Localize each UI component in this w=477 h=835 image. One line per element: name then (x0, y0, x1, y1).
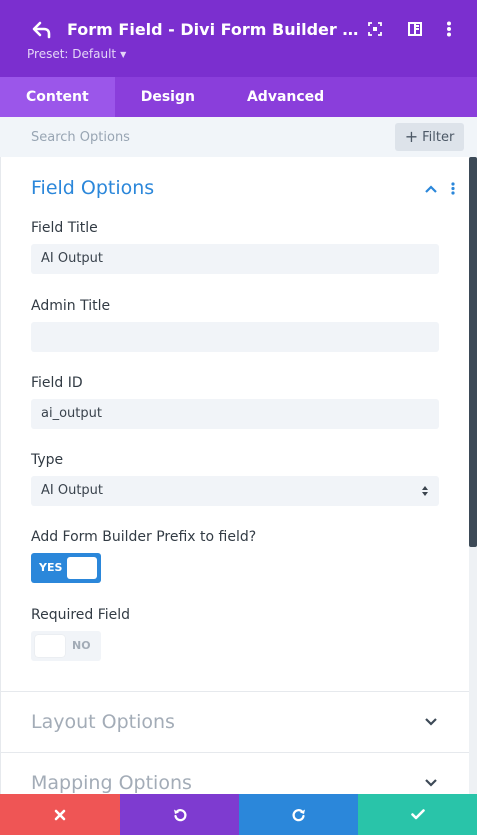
expand-icon[interactable] (366, 20, 384, 38)
undo-icon (173, 808, 186, 821)
layout-options-title[interactable]: Layout Options (31, 709, 175, 735)
preset-selector[interactable]: Preset: Default ▼ (27, 46, 126, 63)
field-title-input[interactable]: AI Output (31, 244, 439, 274)
plus-icon: + (404, 127, 419, 146)
prefix-toggle[interactable]: YES (31, 553, 101, 583)
section-divider (1, 752, 469, 753)
required-toggle-text: NO (72, 639, 91, 652)
chevron-up-icon[interactable] (424, 182, 438, 196)
required-label: Required Field (31, 607, 131, 623)
type-select[interactable]: AI Output (31, 476, 439, 506)
tab-design[interactable]: Design (115, 77, 221, 117)
type-select-value: AI Output (41, 483, 104, 498)
chevron-down-icon[interactable] (424, 715, 438, 729)
section-divider (1, 691, 469, 692)
select-arrows-icon (422, 486, 428, 496)
required-toggle[interactable]: NO (31, 631, 101, 661)
filter-label: Filter (422, 129, 455, 145)
field-title-label: Field Title (31, 220, 98, 236)
toggle-knob (67, 557, 97, 579)
action-bar (0, 794, 477, 835)
admin-title-label: Admin Title (31, 298, 111, 314)
filter-button[interactable]: + Filter (395, 123, 464, 151)
more-options-icon[interactable] (440, 20, 458, 38)
redo-icon (292, 808, 305, 821)
scrollbar-thumb[interactable] (469, 157, 477, 547)
toggle-knob (35, 635, 65, 657)
options-panel: Field Options Field Title AI Output Admi… (0, 157, 477, 794)
field-options-title[interactable]: Field Options (31, 175, 154, 201)
panel-border (0, 157, 1, 794)
tab-content[interactable]: Content (0, 77, 115, 117)
type-label: Type (31, 452, 64, 468)
prefix-label: Add Form Builder Prefix to field? (31, 529, 257, 545)
section-more-icon[interactable] (446, 181, 460, 195)
preset-label: Preset: Default (27, 47, 117, 61)
check-icon (410, 809, 425, 820)
tab-bar: Content Design Advanced (0, 77, 477, 117)
page-title: Form Field - Divi Form Builder S... (67, 20, 359, 39)
mapping-options-title[interactable]: Mapping Options (31, 770, 192, 794)
settings-header: Form Field - Divi Form Builder S... Pres… (0, 0, 477, 77)
chevron-down-icon[interactable] (424, 776, 438, 790)
sidebar-layout-icon[interactable] (406, 20, 424, 38)
undo-button[interactable] (120, 794, 239, 835)
search-input[interactable] (18, 123, 378, 151)
redo-button[interactable] (239, 794, 358, 835)
cancel-button[interactable] (0, 794, 120, 835)
field-id-input[interactable]: ai_output (31, 399, 439, 429)
back-arrow-icon[interactable] (30, 18, 54, 42)
caret-down-icon: ▼ (120, 50, 127, 59)
tab-advanced[interactable]: Advanced (221, 77, 350, 117)
save-button[interactable] (358, 794, 477, 835)
field-id-label: Field ID (31, 375, 83, 391)
close-icon (54, 809, 66, 820)
prefix-toggle-text: YES (39, 561, 63, 574)
admin-title-input[interactable] (31, 322, 439, 352)
